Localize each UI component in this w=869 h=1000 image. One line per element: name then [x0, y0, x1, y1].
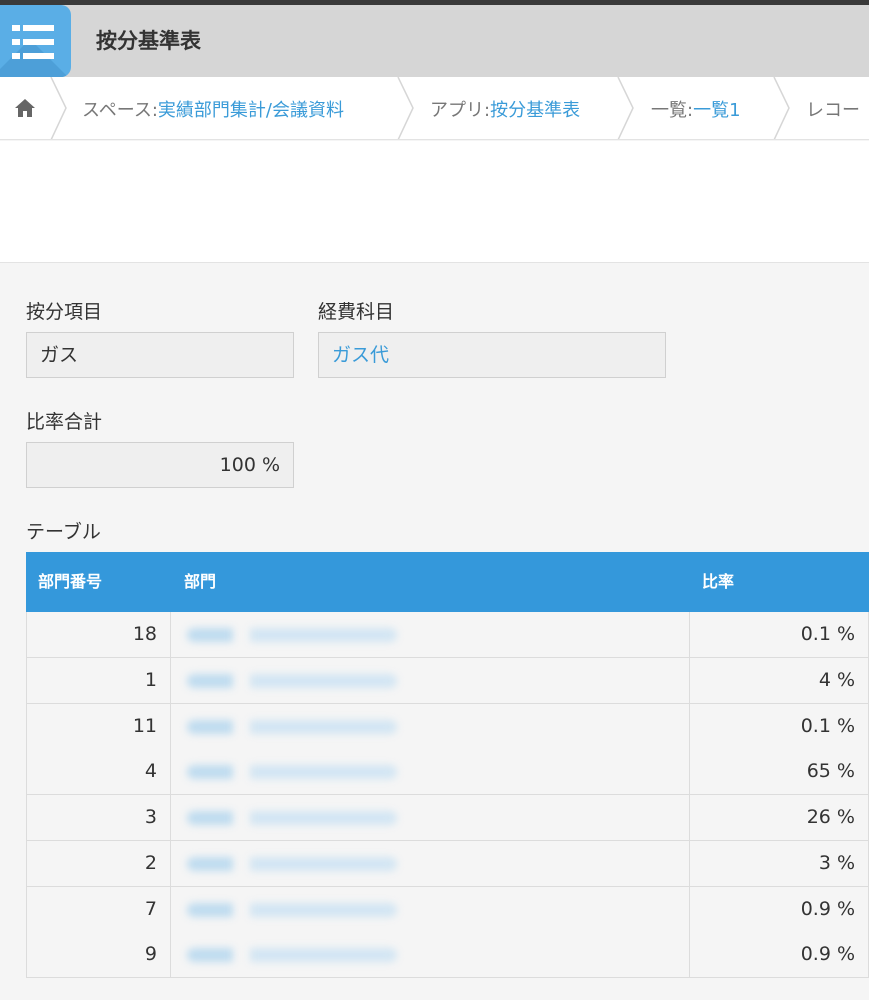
breadcrumb-item-record: レコー — [806, 77, 860, 139]
dept-cell — [170, 749, 690, 796]
toolbar-area — [0, 141, 869, 263]
breadcrumb-separator — [397, 77, 414, 139]
ratio-cell: 65 % — [689, 749, 869, 796]
breadcrumb-separator — [50, 77, 67, 139]
table-row: 4 65 % — [26, 749, 869, 796]
table-header: 部門番号 部門 比率 — [26, 552, 869, 612]
ratio-cell: 3 % — [689, 840, 869, 887]
table-row: 11 0.1 % — [26, 703, 869, 750]
breadcrumb-item-space: スペース: 実績部門集計/会議資料 — [82, 77, 344, 139]
redacted-dept-name — [187, 719, 397, 734]
ratio-total-field: 100 % — [26, 442, 294, 488]
expense-account-label: 経費科目 — [318, 301, 395, 323]
dept-no-cell: 18 — [26, 612, 171, 658]
breadcrumb-link-app[interactable]: 按分基準表 — [490, 96, 580, 122]
breadcrumb-label: スペース: — [82, 99, 158, 121]
table-row: 3 26 % — [26, 795, 869, 841]
redacted-dept-name — [187, 811, 397, 825]
ratio-cell: 26 % — [689, 795, 869, 841]
redacted-dept-name — [187, 856, 397, 871]
breadcrumb-item-view: 一覧: 一覧1 — [651, 77, 741, 139]
breadcrumb-label: 一覧: — [651, 99, 694, 121]
ratio-cell: 0.9 % — [689, 886, 869, 933]
dept-cell — [170, 703, 690, 750]
breadcrumb-separator — [773, 77, 790, 139]
ratio-total-label: 比率合計 — [26, 411, 103, 433]
breadcrumb-item-app: アプリ: 按分基準表 — [430, 77, 580, 139]
dept-cell — [170, 612, 690, 658]
dept-no-cell: 3 — [26, 795, 171, 841]
app-title: 按分基準表 — [96, 29, 201, 53]
breadcrumb-link-view[interactable]: 一覧1 — [693, 96, 740, 122]
redacted-dept-name — [187, 628, 397, 642]
dept-cell — [170, 886, 690, 933]
table-title: テーブル — [26, 521, 101, 543]
dept-no-cell: 2 — [26, 840, 171, 887]
table-row: 7 0.9 % — [26, 886, 869, 933]
dept-no-cell: 7 — [26, 886, 171, 933]
dept-no-cell: 9 — [26, 932, 171, 979]
redacted-dept-name — [187, 765, 397, 780]
redacted-dept-name — [187, 948, 397, 963]
app-header: 按分基準表 — [0, 5, 869, 77]
breadcrumb-label: レコー — [806, 99, 860, 121]
dept-cell — [170, 840, 690, 887]
expense-account-field[interactable]: ガス代 — [318, 332, 666, 378]
ratio-cell: 0.1 % — [689, 703, 869, 750]
app-icon[interactable] — [0, 5, 71, 77]
table-row: 1 4 % — [26, 657, 869, 704]
breadcrumb-link-space[interactable]: 実績部門集計/会議資料 — [158, 96, 344, 122]
redacted-dept-name — [187, 902, 397, 917]
allocation-item-field: ガス — [26, 332, 294, 378]
dept-no-cell: 4 — [26, 749, 171, 796]
table-row: 18 0.1 % — [26, 612, 869, 658]
dept-cell — [170, 657, 690, 704]
column-header-dept-no: 部門番号 — [38, 572, 103, 591]
column-header-ratio: 比率 — [702, 572, 735, 591]
ratio-cell: 0.1 % — [689, 612, 869, 658]
dept-cell — [170, 932, 690, 979]
allocation-item-label: 按分項目 — [26, 301, 103, 323]
breadcrumb-label: アプリ: — [430, 99, 491, 121]
ratio-cell: 4 % — [689, 657, 869, 704]
table-row: 2 3 % — [26, 840, 869, 887]
home-icon[interactable] — [14, 97, 36, 119]
breadcrumb-separator — [617, 77, 634, 139]
dept-no-cell: 11 — [26, 703, 171, 750]
list-icon — [12, 25, 54, 59]
table-row: 9 0.9 % — [26, 932, 869, 979]
column-header-dept: 部門 — [184, 572, 217, 591]
breadcrumb: スペース: 実績部門集計/会議資料 アプリ: 按分基準表 一覧: 一覧1 レコー — [0, 77, 869, 140]
ratio-cell: 0.9 % — [689, 932, 869, 979]
dept-cell — [170, 795, 690, 841]
dept-no-cell: 1 — [26, 657, 171, 704]
record-form: 按分項目 ガス 経費科目 ガス代 比率合計 100 % テーブル 部門番号 部門… — [0, 264, 869, 1000]
redacted-dept-name — [187, 673, 397, 688]
